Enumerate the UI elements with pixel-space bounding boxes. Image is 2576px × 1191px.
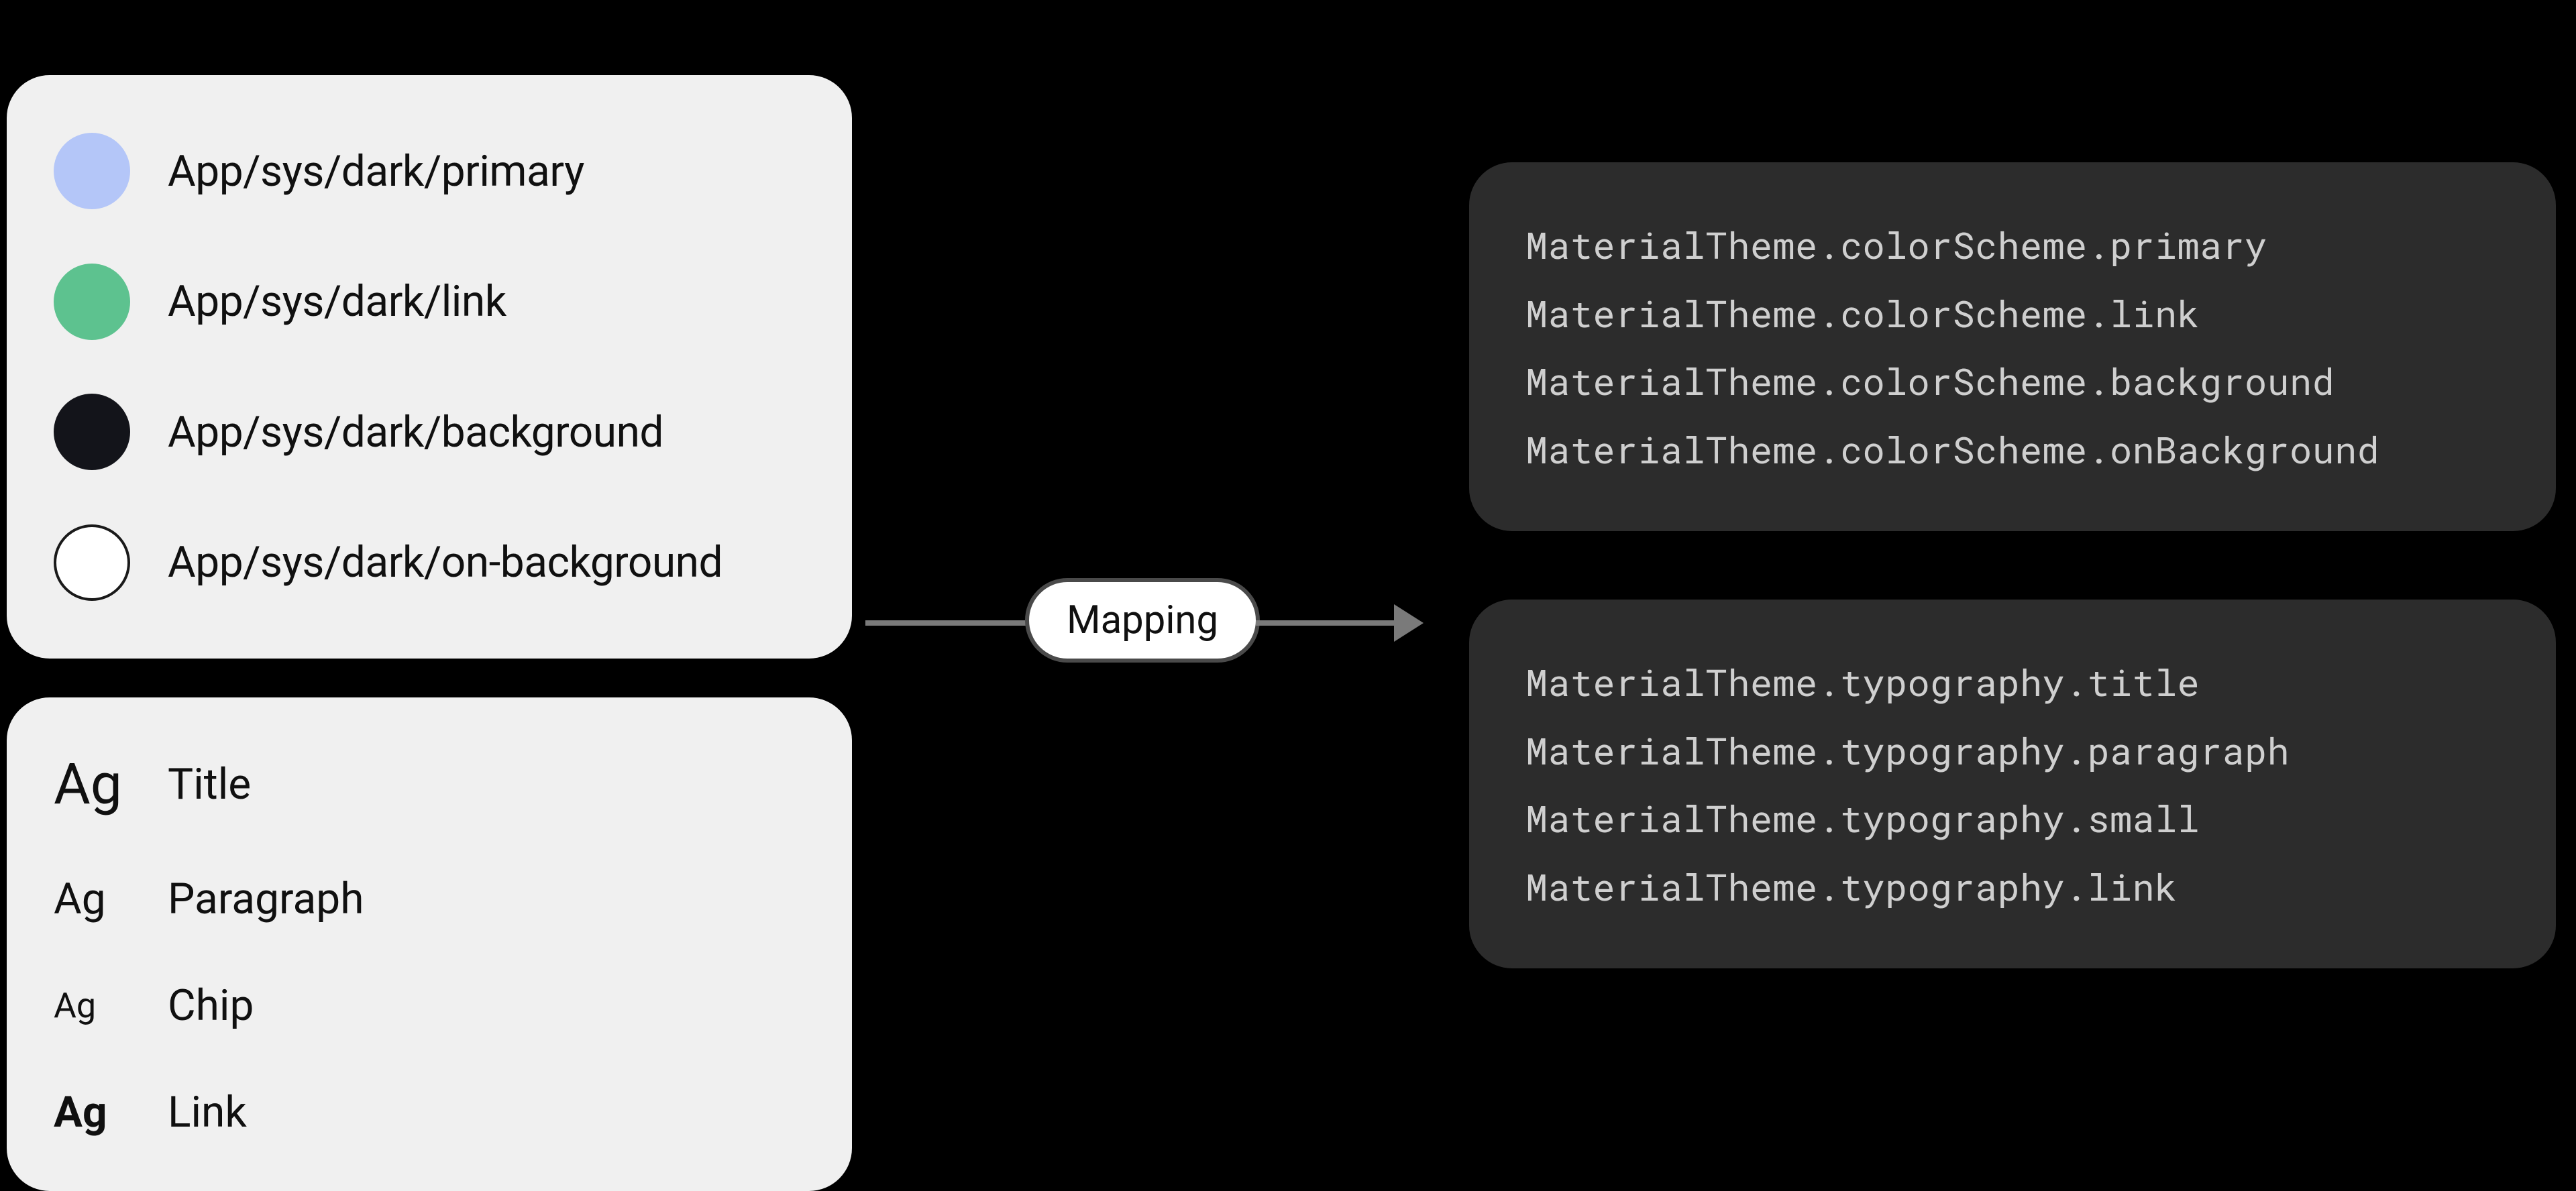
code-card-typography: MaterialTheme.typography.title MaterialT…	[1469, 600, 2556, 968]
swatch-on-background	[54, 524, 130, 601]
mapping-arrow: Mapping	[865, 563, 1436, 677]
code-line: MaterialTheme.typography.title	[1525, 657, 2500, 706]
color-token-row-primary: App/sys/dark/primary	[54, 133, 805, 209]
typo-label: Paragraph	[168, 874, 364, 924]
swatch-primary	[54, 133, 130, 209]
swatch-link	[54, 264, 130, 340]
arrow-head-icon	[1394, 604, 1424, 642]
arrow-shaft-left	[865, 620, 1026, 626]
color-token-row-background: App/sys/dark/background	[54, 394, 805, 470]
color-token-label: App/sys/dark/background	[168, 407, 663, 457]
typo-row-chip: Ag Chip	[54, 980, 805, 1031]
typo-row-paragraph: Ag Paragraph	[54, 874, 805, 924]
mapping-label: Mapping	[1067, 598, 1218, 643]
typography-tokens-card: Ag Title Ag Paragraph Ag Chip Ag Link	[7, 697, 852, 1191]
swatch-background	[54, 394, 130, 470]
color-token-row-on-background: App/sys/dark/on-background	[54, 524, 805, 601]
typo-row-title: Ag Title	[54, 751, 805, 817]
code-line: MaterialTheme.colorScheme.link	[1525, 288, 2500, 337]
mapping-pill: Mapping	[1025, 578, 1260, 663]
diagram-canvas: App/sys/dark/primary App/sys/dark/link A…	[0, 0, 2576, 1191]
type-sample-paragraph: Ag	[54, 874, 130, 924]
color-token-label: App/sys/dark/link	[168, 276, 506, 327]
arrow-shaft-right	[1256, 620, 1398, 626]
code-line: MaterialTheme.colorScheme.background	[1525, 356, 2500, 405]
typo-row-link: Ag Link	[54, 1087, 805, 1137]
type-sample-title: Ag	[54, 751, 130, 817]
code-line: MaterialTheme.typography.link	[1525, 862, 2500, 911]
code-card-color-scheme: MaterialTheme.colorScheme.primary Materi…	[1469, 162, 2556, 531]
code-line: MaterialTheme.typography.paragraph	[1525, 726, 2500, 775]
typo-label: Chip	[168, 980, 254, 1031]
typo-label: Link	[168, 1087, 247, 1137]
code-line: MaterialTheme.colorScheme.primary	[1525, 220, 2500, 269]
code-line: MaterialTheme.typography.small	[1525, 793, 2500, 842]
type-sample-chip: Ag	[54, 985, 130, 1026]
color-token-label: App/sys/dark/primary	[168, 146, 584, 196]
color-token-row-link: App/sys/dark/link	[54, 264, 805, 340]
typo-label: Title	[168, 759, 251, 809]
type-sample-link: Ag	[54, 1087, 130, 1137]
color-tokens-card: App/sys/dark/primary App/sys/dark/link A…	[7, 75, 852, 659]
code-line: MaterialTheme.colorScheme.onBackground	[1525, 424, 2500, 473]
color-token-label: App/sys/dark/on-background	[168, 537, 722, 587]
